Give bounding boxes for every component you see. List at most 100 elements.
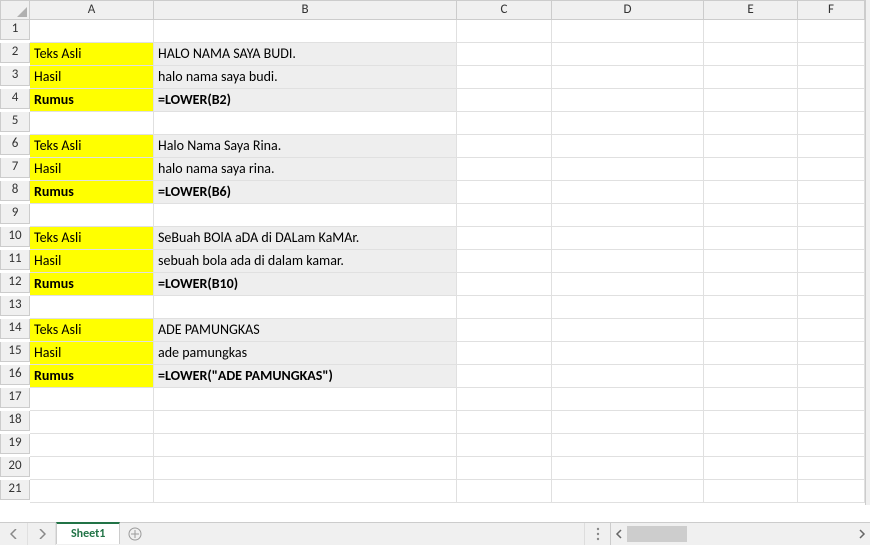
row-header-12[interactable]: 12 (0, 273, 30, 293)
row-header-13[interactable]: 13 (0, 296, 30, 316)
cell-D18[interactable] (552, 411, 704, 434)
cell-C9[interactable] (457, 204, 552, 227)
cell-B9[interactable] (154, 204, 457, 227)
cell-C16[interactable] (457, 365, 552, 388)
cell-F1[interactable] (798, 20, 865, 43)
cell-C6[interactable] (457, 135, 552, 158)
cell-A17[interactable] (30, 388, 154, 411)
cell-A6[interactable]: Teks Asli (30, 135, 154, 158)
column-header-c[interactable]: C (457, 0, 552, 20)
scroll-right-button[interactable] (854, 526, 870, 542)
cell-E19[interactable] (704, 434, 798, 457)
tab-options-button[interactable] (584, 523, 610, 545)
cell-D9[interactable] (552, 204, 704, 227)
row-header-3[interactable]: 3 (0, 66, 30, 86)
row-header-14[interactable]: 14 (0, 319, 30, 339)
cell-D2[interactable] (552, 43, 704, 66)
add-sheet-button[interactable] (120, 523, 150, 545)
cell-F5[interactable] (798, 112, 865, 135)
cell-D20[interactable] (552, 457, 704, 480)
row-header-5[interactable]: 5 (0, 112, 30, 132)
cell-D1[interactable] (552, 20, 704, 43)
row-header-7[interactable]: 7 (0, 158, 30, 178)
row-header-9[interactable]: 9 (0, 204, 30, 224)
cell-D19[interactable] (552, 434, 704, 457)
cell-D12[interactable] (552, 273, 704, 296)
cell-B11[interactable]: sebuah bola ada di dalam kamar. (154, 250, 457, 273)
horizontal-scrollbar[interactable] (610, 523, 870, 545)
cell-F20[interactable] (798, 457, 865, 480)
cell-B4[interactable]: =LOWER(B2) (154, 89, 457, 112)
cell-D14[interactable] (552, 319, 704, 342)
column-header-a[interactable]: A (30, 0, 154, 20)
cell-A18[interactable] (30, 411, 154, 434)
cell-B15[interactable]: ade pamungkas (154, 342, 457, 365)
cell-F4[interactable] (798, 89, 865, 112)
cell-B12[interactable]: =LOWER(B10) (154, 273, 457, 296)
cell-E13[interactable] (704, 296, 798, 319)
cell-B7[interactable]: halo nama saya rina. (154, 158, 457, 181)
cell-A13[interactable] (30, 296, 154, 319)
cell-A14[interactable]: Teks Asli (30, 319, 154, 342)
row-header-11[interactable]: 11 (0, 250, 30, 270)
cell-F9[interactable] (798, 204, 865, 227)
cell-D8[interactable] (552, 181, 704, 204)
cell-A4[interactable]: Rumus (30, 89, 154, 112)
cell-A9[interactable] (30, 204, 154, 227)
cell-F17[interactable] (798, 388, 865, 411)
cell-A10[interactable]: Teks Asli (30, 227, 154, 250)
cell-D21[interactable] (552, 480, 704, 503)
cell-C21[interactable] (457, 480, 552, 503)
cell-A8[interactable]: Rumus (30, 181, 154, 204)
cell-A7[interactable]: Hasil (30, 158, 154, 181)
cell-B6[interactable]: Halo Nama Saya Rina. (154, 135, 457, 158)
row-header-10[interactable]: 10 (0, 227, 30, 247)
cell-C20[interactable] (457, 457, 552, 480)
cell-E2[interactable] (704, 43, 798, 66)
column-header-f[interactable]: F (798, 0, 865, 20)
cell-E11[interactable] (704, 250, 798, 273)
cell-F15[interactable] (798, 342, 865, 365)
cell-B17[interactable] (154, 388, 457, 411)
cell-B16[interactable]: =LOWER("ADE PAMUNGKAS") (154, 365, 457, 388)
row-header-17[interactable]: 17 (0, 388, 30, 408)
cell-F10[interactable] (798, 227, 865, 250)
cell-E9[interactable] (704, 204, 798, 227)
cell-C14[interactable] (457, 319, 552, 342)
cell-F18[interactable] (798, 411, 865, 434)
cell-B2[interactable]: HALO NAMA SAYA BUDI. (154, 43, 457, 66)
cell-B10[interactable]: SeBuah BOlA aDA di DALam KaMAr. (154, 227, 457, 250)
select-all-corner[interactable] (0, 0, 30, 20)
cell-F12[interactable] (798, 273, 865, 296)
cell-B14[interactable]: ADE PAMUNGKAS (154, 319, 457, 342)
cell-F6[interactable] (798, 135, 865, 158)
column-header-d[interactable]: D (552, 0, 704, 20)
scroll-track[interactable] (627, 526, 854, 542)
cell-F11[interactable] (798, 250, 865, 273)
cell-E15[interactable] (704, 342, 798, 365)
cell-F7[interactable] (798, 158, 865, 181)
row-header-16[interactable]: 16 (0, 365, 30, 385)
cell-D15[interactable] (552, 342, 704, 365)
cell-F8[interactable] (798, 181, 865, 204)
cell-B18[interactable] (154, 411, 457, 434)
cell-C7[interactable] (457, 158, 552, 181)
cell-E8[interactable] (704, 181, 798, 204)
cell-D17[interactable] (552, 388, 704, 411)
cell-C11[interactable] (457, 250, 552, 273)
cell-A5[interactable] (30, 112, 154, 135)
cell-E12[interactable] (704, 273, 798, 296)
cell-C10[interactable] (457, 227, 552, 250)
cell-C18[interactable] (457, 411, 552, 434)
cell-B21[interactable] (154, 480, 457, 503)
cell-E5[interactable] (704, 112, 798, 135)
cell-D10[interactable] (552, 227, 704, 250)
cell-C2[interactable] (457, 43, 552, 66)
row-header-20[interactable]: 20 (0, 457, 30, 477)
cell-E7[interactable] (704, 158, 798, 181)
cell-E16[interactable] (704, 365, 798, 388)
cell-C1[interactable] (457, 20, 552, 43)
cell-A20[interactable] (30, 457, 154, 480)
scroll-thumb[interactable] (627, 526, 687, 542)
cell-C5[interactable] (457, 112, 552, 135)
